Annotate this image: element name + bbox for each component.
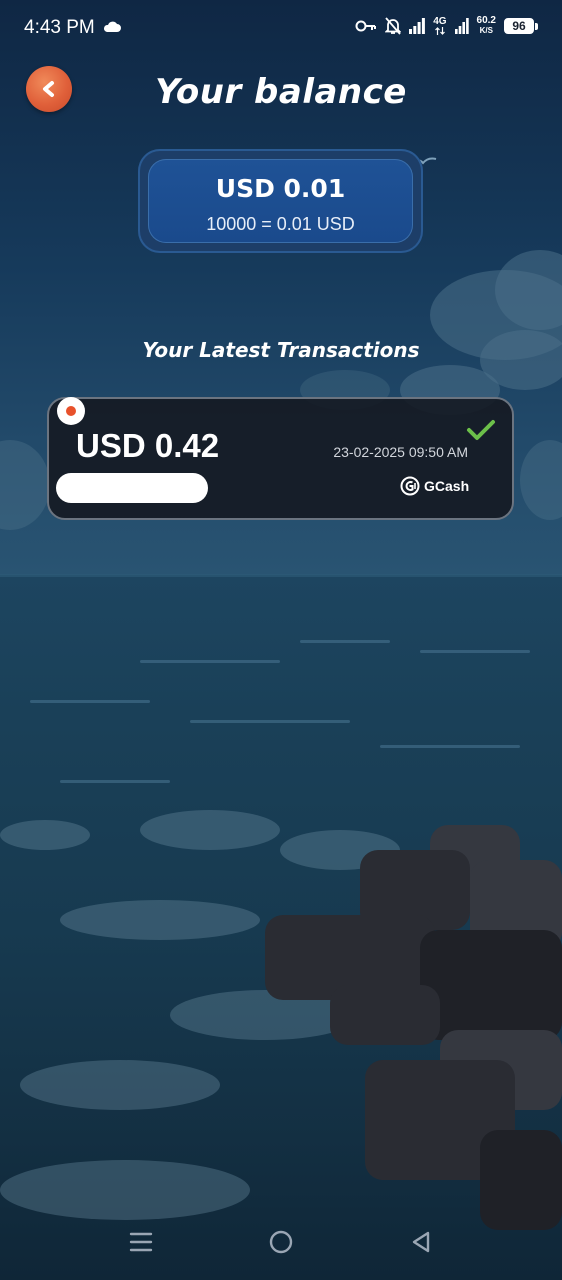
horizon-line: [0, 574, 562, 577]
wave-decoration: [380, 745, 520, 748]
wave-decoration: [60, 780, 170, 783]
wave-decoration: [420, 650, 530, 653]
triangle-back-icon: [412, 1231, 430, 1253]
transaction-indicator-dot: [57, 397, 85, 425]
foam-decoration: [60, 900, 260, 940]
page-title: Your balance: [155, 72, 407, 112]
speed-unit: K/S: [479, 26, 493, 35]
wave-decoration: [300, 640, 390, 643]
battery-indicator: 96: [504, 18, 538, 34]
bell-off-icon: [385, 17, 402, 35]
status-icons: 4G 60.2 K/S 96: [355, 16, 538, 36]
balance-amount: USD 0.01: [215, 174, 346, 203]
rock-decoration: [420, 930, 562, 1040]
cloud-icon: [103, 21, 121, 32]
app-screen: 4:43 PM 4G 60.2 K/S 96 Your balance USD …: [0, 0, 562, 1280]
status-bar: 4:43 PM 4G 60.2 K/S 96: [0, 0, 562, 56]
transaction-amount: USD 0.42: [76, 427, 220, 464]
wave-decoration: [30, 700, 150, 703]
battery-level: 96: [512, 19, 526, 33]
rock-decoration: [330, 985, 440, 1045]
navigation-bar: [0, 1205, 562, 1280]
foam-decoration: [0, 820, 90, 850]
network-speed: 60.2 K/S: [477, 16, 496, 36]
menu-icon: [129, 1232, 153, 1252]
key-icon: [355, 20, 377, 32]
redacted-account-field: [56, 473, 208, 503]
data-arrows-icon: [434, 27, 445, 35]
home-button[interactable]: [266, 1227, 296, 1257]
foam-decoration: [140, 810, 280, 850]
payment-method: GCash: [400, 476, 469, 496]
battery-icon: 96: [504, 18, 534, 34]
wave-decoration: [140, 660, 280, 663]
checkmark-icon: [467, 420, 495, 440]
signal-icon: [409, 18, 426, 34]
back-nav-button[interactable]: [406, 1227, 436, 1257]
conversion-rate: 10000 = 0.01 USD: [206, 214, 355, 234]
recent-apps-button[interactable]: [126, 1227, 156, 1257]
payment-method-label: GCash: [424, 478, 470, 494]
network-type: 4G: [433, 16, 447, 35]
speed-value: 60.2: [476, 15, 496, 26]
transaction-date: 23-02-2025 09:50 AM: [333, 444, 468, 460]
transactions-section-title: Your Latest Transactions: [142, 338, 420, 362]
status-time: 4:43 PM: [24, 17, 95, 38]
wave-decoration: [190, 720, 350, 723]
home-circle-icon: [269, 1230, 293, 1254]
network-label: 4G: [433, 16, 447, 27]
signal-icon-secondary: [454, 18, 469, 34]
gcash-logo-icon: [400, 476, 420, 496]
foam-decoration: [20, 1060, 220, 1110]
